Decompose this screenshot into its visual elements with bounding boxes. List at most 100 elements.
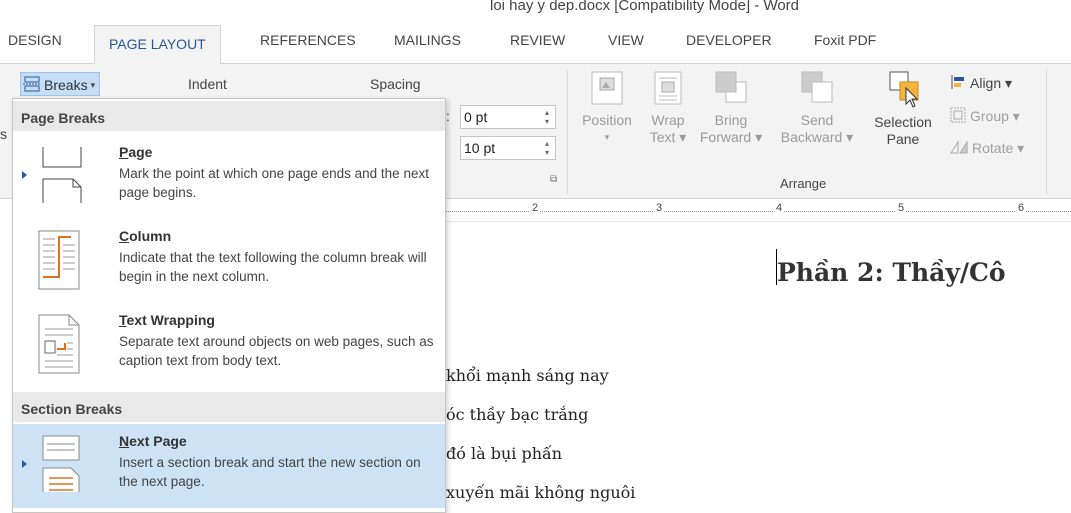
- rotate-button[interactable]: Rotate ▾: [950, 139, 1024, 158]
- document-line: đó là bụi phấn: [446, 444, 563, 463]
- breaks-button[interactable]: Breaks ▾: [20, 72, 101, 96]
- pointer-icon: [22, 171, 27, 179]
- text-cursor: [776, 249, 777, 285]
- next-page-title-rest: ext Page: [129, 433, 187, 449]
- send-backward-label: Send: [800, 112, 834, 128]
- tab-page-layout[interactable]: PAGE LAYOUT: [94, 25, 221, 65]
- arrange-group-label: Arrange: [780, 176, 827, 191]
- page-break-icon: [33, 145, 89, 210]
- ribbon-tabs: DESIGN PAGE LAYOUT REFERENCES MAILINGS R…: [0, 22, 1071, 65]
- page-breaks-header: Page Breaks: [13, 101, 445, 131]
- ribbon-left-stub: s: [0, 126, 7, 142]
- text-wrapping-break-mnemonic: T: [119, 312, 127, 328]
- wrap-text-label: Wrap: [651, 112, 685, 128]
- wrap-text-button[interactable]: Wrap Text ▾: [645, 70, 691, 146]
- send-backward-button[interactable]: Send Backward ▾: [770, 70, 864, 146]
- breaks-dropdown-menu: Page Breaks Page Mark the point at which…: [12, 98, 446, 513]
- page-break-mnemonic: P: [119, 144, 129, 160]
- bring-forward-dropdown-label: Forward ▾: [699, 129, 763, 145]
- document-line: khổi mạnh sáng nay: [446, 366, 609, 385]
- indent-label: Indent: [188, 76, 227, 92]
- document-line: óc thầy bạc trắng: [446, 405, 589, 424]
- position-button[interactable]: Position ▾: [574, 70, 640, 146]
- tab-developer[interactable]: DEVELOPER: [686, 32, 772, 48]
- menu-item-text-wrapping-break[interactable]: Text Wrapping Separate text around objec…: [13, 303, 445, 387]
- column-break-description: Indicate that the text following the col…: [119, 250, 427, 284]
- pointer-icon: [22, 460, 27, 468]
- wrap-text-icon: [653, 70, 683, 106]
- selection-pane-button[interactable]: Selection Pane: [866, 70, 940, 148]
- text-wrapping-break-title-rest: ext Wrapping: [126, 312, 215, 328]
- document-page[interactable]: Phần 2: Thầy/Cô khổi mạnh sáng nay óc th…: [446, 222, 1071, 513]
- document-heading: Phần 2: Thầy/Cô: [777, 258, 1006, 287]
- document-line: xuyến mãi không nguôi: [446, 483, 636, 502]
- spacing-before-input[interactable]: 0 pt ▴ ▾: [460, 105, 556, 129]
- selection-pane-icon: [886, 70, 920, 112]
- breaks-label: Breaks: [44, 77, 88, 93]
- send-backward-icon: [800, 70, 834, 106]
- tab-mailings[interactable]: MAILINGS: [394, 32, 461, 48]
- group-label: Group ▾: [970, 108, 1020, 124]
- chevron-down-icon: ▾: [90, 79, 96, 90]
- align-button[interactable]: Align ▾: [950, 74, 1012, 93]
- spacing-after-value: 10 pt: [464, 140, 496, 156]
- spin-arrows-icon[interactable]: ▴ ▾: [545, 139, 549, 157]
- column-break-title: Column: [119, 228, 171, 244]
- column-break-title-rest: olumn: [129, 228, 172, 244]
- next-page-section-break-icon: [33, 434, 89, 501]
- group-separator: [567, 70, 568, 194]
- window-title: loi hay y dep.docx [Compatibility Mode] …: [490, 0, 800, 14]
- tab-design[interactable]: DESIGN: [8, 32, 62, 48]
- menu-item-page-break[interactable]: Page Mark the point at which one page en…: [13, 135, 445, 219]
- ruler-number: 4: [774, 202, 785, 214]
- ruler-number: 3: [654, 202, 665, 214]
- next-page-title: Next Page: [119, 433, 187, 449]
- group-icon: [950, 107, 966, 126]
- text-wrapping-break-title: Text Wrapping: [119, 312, 215, 328]
- breaks-icon: [23, 76, 41, 95]
- spin-arrows-icon[interactable]: ▴ ▾: [545, 108, 549, 126]
- ruler-number: 2: [530, 202, 541, 214]
- wrap-text-dropdown-label: Text ▾: [649, 129, 687, 145]
- page-break-title: Page: [119, 144, 152, 160]
- align-icon: [950, 74, 966, 93]
- position-label: Position: [582, 112, 632, 128]
- horizontal-ruler[interactable]: 2 3 4 5 6: [446, 200, 1071, 222]
- section-breaks-header: Section Breaks: [13, 392, 445, 422]
- group-separator: [1046, 70, 1047, 194]
- page-break-title-rest: age: [128, 144, 153, 160]
- rotate-label: Rotate ▾: [972, 140, 1025, 156]
- text-wrapping-break-description: Separate text around objects on web page…: [119, 334, 434, 368]
- rotate-icon: [950, 139, 968, 158]
- spacing-label: Spacing: [370, 76, 421, 92]
- tab-review[interactable]: REVIEW: [510, 32, 565, 48]
- send-backward-dropdown-label: Backward ▾: [780, 129, 854, 145]
- title-bar: loi hay y dep.docx [Compatibility Mode] …: [0, 0, 1071, 22]
- tab-view[interactable]: VIEW: [608, 32, 644, 48]
- spacing-after-input[interactable]: 10 pt ▴ ▾: [460, 136, 556, 160]
- tab-references[interactable]: REFERENCES: [260, 32, 356, 48]
- align-label: Align ▾: [970, 75, 1013, 91]
- menu-item-next-page[interactable]: Next Page Insert a section break and sta…: [13, 424, 445, 508]
- ruler-number: 6: [1016, 202, 1027, 214]
- column-break-icon: [33, 229, 89, 296]
- next-page-mnemonic: N: [119, 433, 130, 449]
- menu-item-column-break[interactable]: Column Indicate that the text following …: [13, 219, 445, 303]
- bring-forward-icon: [714, 70, 748, 106]
- tab-foxit-pdf[interactable]: Foxit PDF: [814, 32, 876, 48]
- position-dropdown-label: ▾: [604, 132, 610, 142]
- ruler-number: 5: [896, 202, 907, 214]
- dialog-launcher-icon[interactable]: ⧉: [550, 174, 557, 185]
- next-page-description: Insert a section break and start the new…: [119, 455, 421, 489]
- column-break-mnemonic: C: [119, 228, 130, 244]
- position-icon: [590, 70, 624, 106]
- spacing-before-value: 0 pt: [464, 109, 488, 125]
- page-break-description: Mark the point at which one page ends an…: [119, 166, 429, 200]
- text-wrapping-break-icon: [33, 313, 89, 380]
- selection-pane-label-2: Pane: [886, 131, 920, 147]
- selection-pane-label: Selection: [874, 114, 932, 130]
- bring-forward-label: Bring: [714, 112, 748, 128]
- group-button[interactable]: Group ▾: [950, 107, 1020, 126]
- spacing-before-colon: :: [446, 108, 450, 124]
- bring-forward-button[interactable]: Bring Forward ▾: [695, 70, 767, 146]
